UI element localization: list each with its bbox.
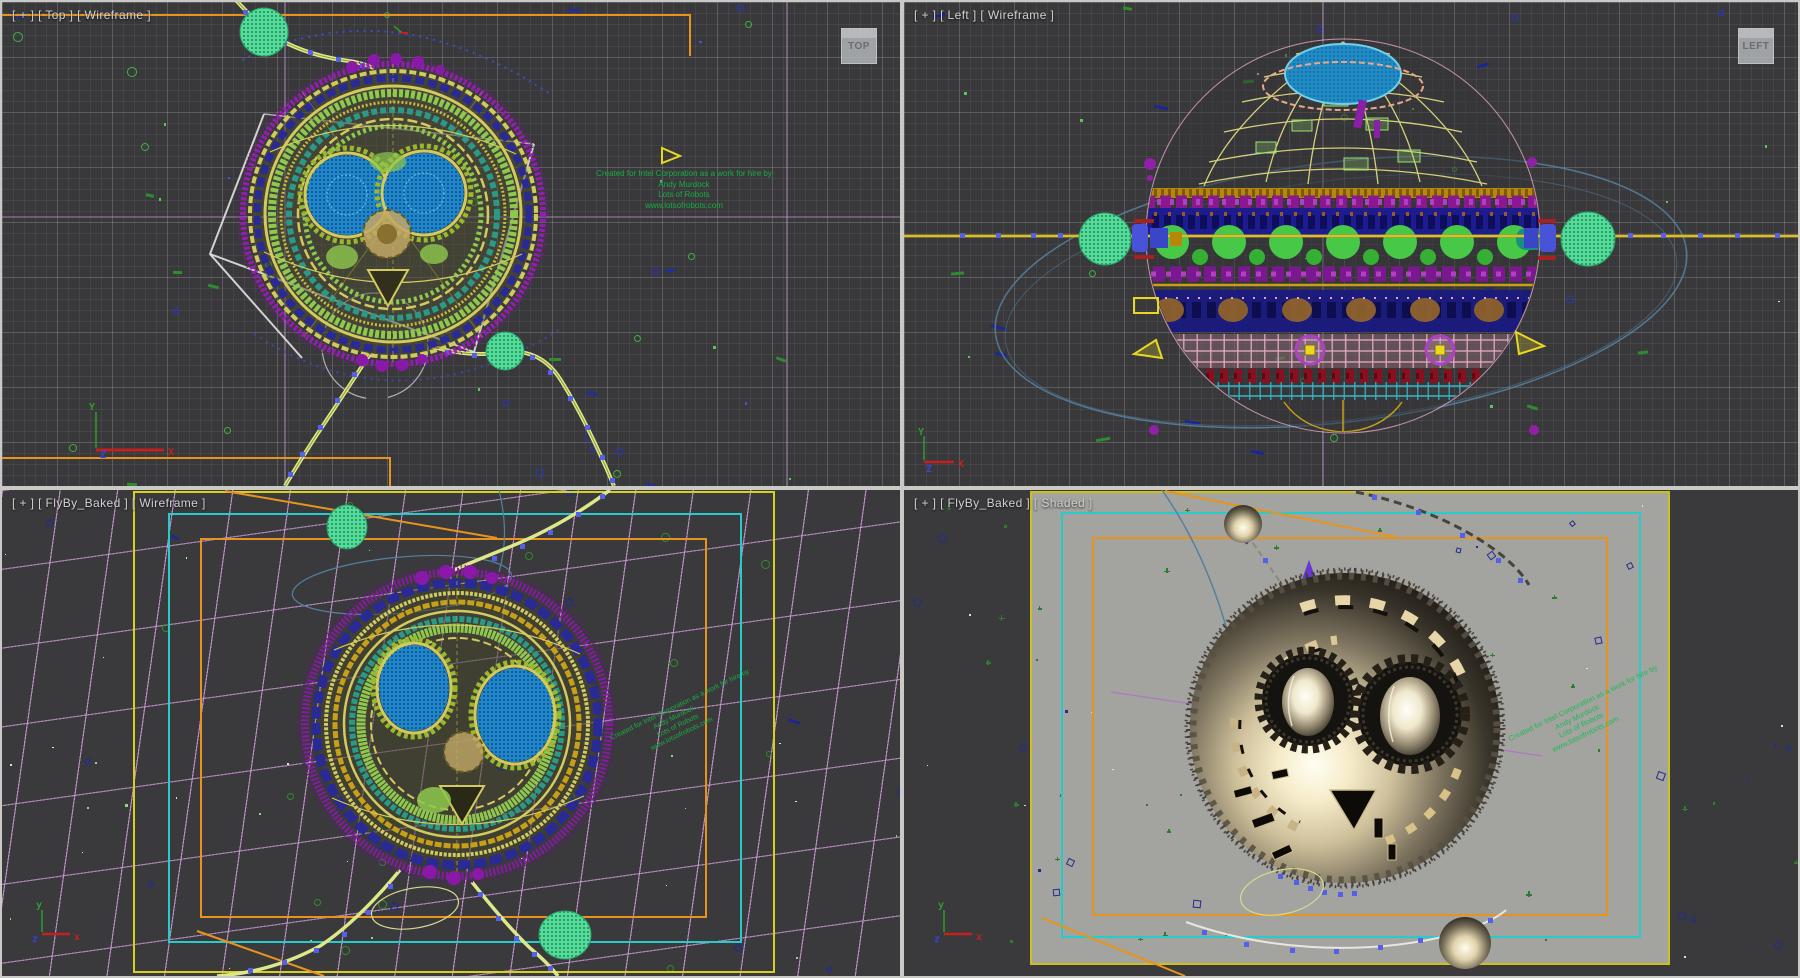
yellow-marker-rect	[1134, 298, 1158, 313]
moon-top	[240, 8, 288, 56]
viewport-flyby-wireframe[interactable]: Created for Intel Corporation as a work …	[2, 490, 900, 976]
axis-tripod: Y Z X	[912, 426, 982, 478]
axis-x-label: x	[74, 932, 80, 943]
watermark-text: Created for Intel Corporation as a work …	[596, 169, 772, 211]
viewport-flyby-shaded[interactable]: Created for Intel Corporation as a work …	[904, 490, 1798, 976]
axis-z-label: Z	[926, 464, 932, 475]
viewcube[interactable]: TOP	[841, 28, 877, 64]
owl-sphere-top	[238, 53, 680, 372]
viewport-divider[interactable]	[0, 486, 1800, 490]
viewport-label[interactable]: [ + ] [ Top ] [ Wireframe ]	[12, 8, 151, 22]
viewport-label[interactable]: [ + ] [ FlyBy_Baked ] [ Wireframe ]	[12, 496, 206, 510]
viewcube[interactable]: LEFT	[1738, 28, 1774, 64]
axis-z-label: z	[32, 934, 38, 945]
moon-left	[1079, 213, 1131, 265]
scene-flyby-wireframe	[2, 490, 900, 976]
moon-top-shaded	[1224, 505, 1262, 543]
axis-z-label: Z	[100, 450, 106, 461]
axis-z-label: z	[934, 934, 940, 945]
moon-bottom	[539, 911, 591, 959]
owl-sphere-shaded	[1186, 569, 1504, 887]
axis-x-label: x	[976, 932, 982, 943]
scene-flyby-shaded	[904, 490, 1798, 976]
viewport-quad: Created for Intel Corporation as a work …	[0, 0, 1800, 978]
moon-top	[327, 505, 367, 549]
owl-sphere-left	[1129, 40, 1557, 450]
axis-y-label: y	[36, 900, 42, 911]
viewport-top[interactable]: Created for Intel Corporation as a work …	[2, 2, 900, 486]
moon-bottom-shaded	[1439, 917, 1491, 969]
viewport-label[interactable]: [ + ] [ Left ] [ Wireframe ]	[914, 8, 1054, 22]
axis-x-label: X	[168, 447, 174, 458]
axis-y-label: Y	[918, 427, 924, 438]
yellow-marker-arrow	[662, 148, 680, 163]
axis-tripod: y z x	[28, 898, 98, 950]
viewport-label[interactable]: [ + ] [ FlyBy_Baked ] [ Shaded ]	[914, 496, 1093, 510]
axis-y-label: Y	[89, 402, 95, 413]
axis-x-label: X	[958, 459, 964, 470]
axis-y-label: y	[938, 900, 944, 911]
moon-bottom	[486, 332, 524, 370]
owl-sphere-flyby	[299, 565, 615, 885]
axis-tripod: y z x	[930, 898, 1000, 950]
viewport-left[interactable]: Y Z X LEFT [ + ] [ Left ] [ Wireframe ]	[904, 2, 1798, 486]
axis-tripod: Y Z X	[80, 400, 190, 462]
scene-left-wireframe	[904, 2, 1798, 486]
eye-left-shaded	[1259, 651, 1357, 749]
moon-right	[1561, 212, 1615, 266]
